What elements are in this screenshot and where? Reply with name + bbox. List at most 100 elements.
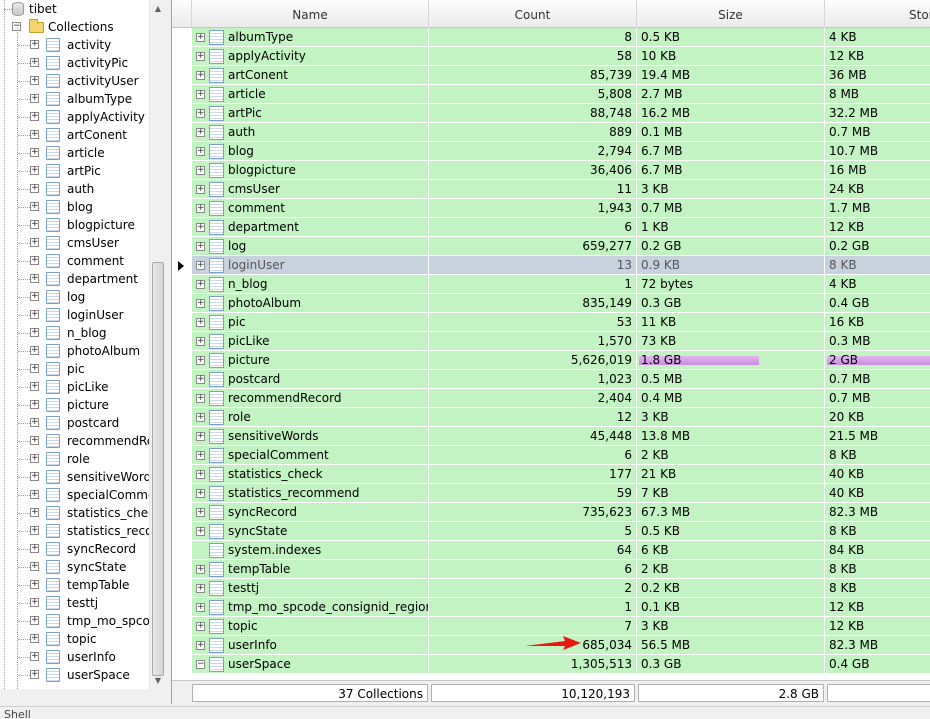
cell-storage[interactable]: 12 KB (825, 218, 930, 237)
expand-icon[interactable]: + (196, 242, 205, 251)
expand-icon[interactable]: + (196, 394, 205, 403)
tree-item[interactable]: + tmp_mo_spcode (0, 612, 165, 630)
cell-size[interactable]: 10 KB (637, 47, 825, 66)
cell-count[interactable]: 36,406 (429, 161, 637, 180)
cell-storage[interactable]: 82.3 MB (825, 503, 930, 522)
expand-icon[interactable]: + (196, 128, 205, 137)
row-header[interactable] (172, 351, 192, 370)
expand-icon[interactable]: + (30, 472, 39, 481)
row-header[interactable] (172, 47, 192, 66)
cell-size[interactable]: 2 KB (637, 560, 825, 579)
column-header-size[interactable]: Size (637, 0, 825, 28)
tree-item[interactable]: + picture (0, 396, 150, 414)
cell-count[interactable]: 889 (429, 123, 637, 142)
tree-collections-folder[interactable]: − Collections (0, 18, 150, 36)
table-row[interactable]: + artConent 85,739 19.4 MB 36 MB (172, 66, 930, 85)
cell-size[interactable]: 11 KB (637, 313, 825, 332)
tree-item[interactable]: + tempTable (0, 576, 150, 594)
cell-count[interactable]: 1 (429, 275, 637, 294)
tree-item[interactable]: +recommendRecord (0, 432, 165, 450)
cell-count[interactable]: 6 (429, 560, 637, 579)
cell-count[interactable]: 6 (429, 218, 637, 237)
cell-name[interactable]: + cmsUser (192, 180, 429, 199)
expand-icon[interactable]: + (196, 204, 205, 213)
expand-icon[interactable]: + (196, 185, 205, 194)
cell-size[interactable]: 0.9 KB (637, 256, 825, 275)
cell-storage[interactable]: 12 KB (825, 47, 930, 66)
expand-icon[interactable]: + (30, 526, 39, 535)
cell-count[interactable]: 64 (429, 541, 637, 560)
expand-icon[interactable]: + (30, 292, 39, 301)
cell-storage[interactable]: 0.3 MB (825, 332, 930, 351)
row-header[interactable] (172, 636, 192, 655)
cell-count[interactable]: 58 (429, 47, 637, 66)
table-row[interactable]: + picture 5,626,019 1.8 GB 2 GB (172, 351, 930, 370)
cell-size[interactable]: 19.4 MB (637, 66, 825, 85)
cell-name[interactable]: + recommendRecord (192, 389, 429, 408)
tree-scrollbar[interactable]: ▲ ▼ (149, 0, 166, 689)
cell-storage[interactable]: 8 KB (825, 522, 930, 541)
tree-item[interactable]: + auth (0, 180, 150, 198)
cell-storage[interactable]: 4 KB (825, 275, 930, 294)
tree-item[interactable]: + cmsUser (0, 234, 150, 252)
row-header[interactable] (172, 408, 192, 427)
cell-name[interactable]: + topic (192, 617, 429, 636)
cell-storage[interactable]: 36 MB (825, 66, 930, 85)
cell-count[interactable]: 5,626,019 (429, 351, 637, 370)
tree-item[interactable]: + activity (0, 36, 150, 54)
cell-count[interactable]: 1,023 (429, 370, 637, 389)
cell-storage[interactable]: 32.2 MB (825, 104, 930, 123)
row-header[interactable] (172, 484, 192, 503)
expand-icon[interactable]: + (196, 52, 205, 61)
cell-name[interactable]: + role (192, 408, 429, 427)
cell-storage[interactable]: 0.4 GB (825, 655, 930, 674)
expand-icon[interactable]: + (196, 527, 205, 536)
cell-size[interactable]: 0.1 MB (637, 123, 825, 142)
expand-icon[interactable]: + (196, 432, 205, 441)
tree-item[interactable]: + sensitiveWords (0, 468, 157, 486)
cell-storage[interactable]: 16 KB (825, 313, 930, 332)
cell-count[interactable]: 5,808 (429, 85, 637, 104)
cell-storage[interactable]: 24 KB (825, 180, 930, 199)
cell-count[interactable]: 45,448 (429, 427, 637, 446)
cell-storage[interactable]: 1.7 MB (825, 199, 930, 218)
tree-db-node[interactable]: tibet (0, 0, 150, 18)
row-header[interactable] (172, 294, 192, 313)
table-row[interactable]: + sensitiveWords 45,448 13.8 MB 21.5 MB (172, 427, 930, 446)
table-row[interactable]: + picLike 1,570 73 KB 0.3 MB (172, 332, 930, 351)
expand-icon[interactable]: + (30, 202, 39, 211)
cell-name[interactable]: + testtj (192, 579, 429, 598)
tree-item[interactable]: + blogpicture (0, 216, 150, 234)
row-header[interactable] (172, 237, 192, 256)
cell-name[interactable]: + statistics_recommend (192, 484, 429, 503)
row-header[interactable] (172, 256, 192, 275)
row-header[interactable] (172, 522, 192, 541)
row-header[interactable] (172, 66, 192, 85)
expand-icon[interactable]: + (196, 337, 205, 346)
row-header[interactable] (172, 218, 192, 237)
row-header[interactable] (172, 465, 192, 484)
column-header-name[interactable]: Name (192, 0, 429, 28)
cell-storage[interactable]: 0.7 MB (825, 389, 930, 408)
tree-item[interactable]: + albumType (0, 90, 150, 108)
expand-icon[interactable]: + (30, 562, 39, 571)
expand-icon[interactable]: + (196, 489, 205, 498)
row-header[interactable] (172, 332, 192, 351)
tree-item[interactable]: + postcard (0, 414, 150, 432)
cell-size[interactable]: 2 KB (637, 446, 825, 465)
cell-count[interactable]: 177 (429, 465, 637, 484)
cell-name[interactable]: + picture (192, 351, 429, 370)
cell-name[interactable]: + artConent (192, 66, 429, 85)
cell-count[interactable]: 1 (429, 598, 637, 617)
table-row[interactable]: + log 659,277 0.2 GB 0.2 GB (172, 237, 930, 256)
expand-icon[interactable]: + (196, 470, 205, 479)
cell-name[interactable]: + n_blog (192, 275, 429, 294)
cell-storage[interactable]: 16 MB (825, 161, 930, 180)
cell-size[interactable]: 13.8 MB (637, 427, 825, 446)
tree-item[interactable]: + activityUser (0, 72, 150, 90)
expand-icon[interactable]: + (196, 603, 205, 612)
cell-size[interactable]: 7 KB (637, 484, 825, 503)
row-header[interactable] (172, 389, 192, 408)
column-header-count[interactable]: Count (429, 0, 637, 28)
row-header[interactable] (172, 503, 192, 522)
